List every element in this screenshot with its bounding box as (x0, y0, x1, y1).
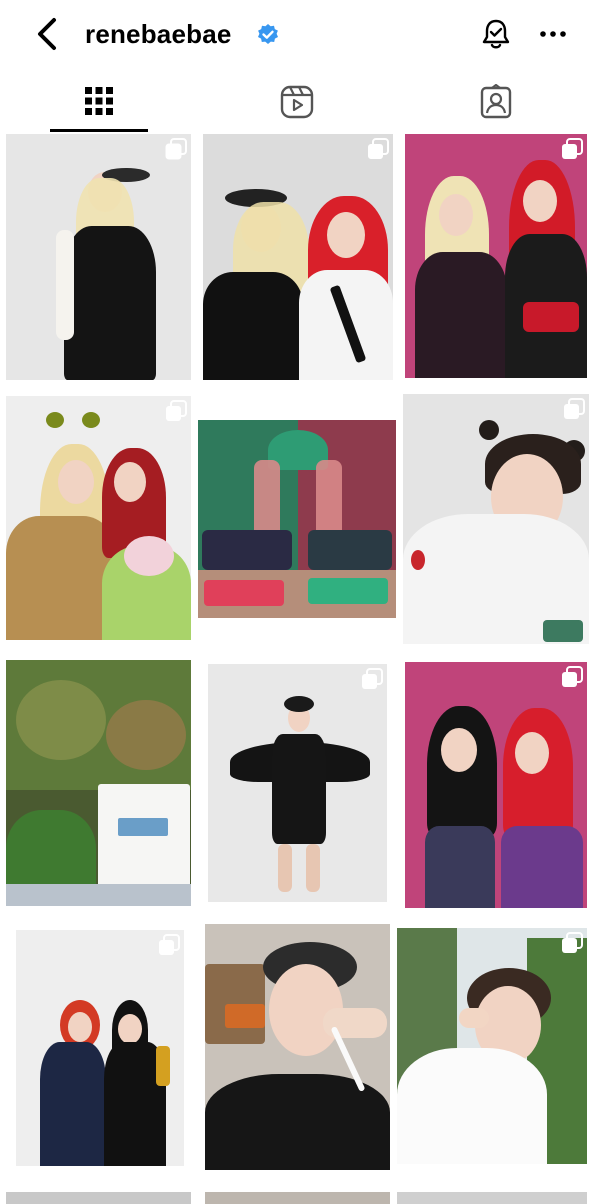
multiple-photos-icon (562, 666, 583, 687)
multiple-photos-icon (368, 138, 389, 159)
profile-tabs (0, 72, 595, 132)
grid-post[interactable] (405, 134, 587, 378)
grid-post[interactable] (198, 420, 396, 618)
grid-post[interactable] (403, 394, 589, 644)
more-horizontal-icon (540, 31, 566, 37)
notification-bell-button[interactable] (478, 16, 514, 52)
chevron-left-icon (38, 18, 56, 50)
grid-post[interactable] (397, 1192, 587, 1204)
grid-post[interactable] (203, 134, 393, 380)
multiple-photos-icon (362, 668, 383, 689)
grid-post[interactable] (405, 662, 587, 908)
grid-post[interactable] (16, 930, 184, 1166)
multiple-photos-icon (562, 138, 583, 159)
grid-post[interactable] (6, 1192, 191, 1204)
grid-post[interactable] (208, 664, 387, 902)
back-button[interactable] (32, 14, 66, 54)
grid-post[interactable] (6, 660, 191, 906)
posts-grid (0, 132, 595, 1204)
tab-reels[interactable] (242, 72, 352, 132)
multiple-photos-icon (166, 400, 187, 421)
profile-header: renebaebae (0, 0, 595, 70)
grid-post[interactable] (397, 928, 587, 1164)
tagged-person-icon (480, 84, 512, 119)
grid-post[interactable] (205, 1192, 390, 1204)
multiple-photos-icon (165, 138, 187, 160)
more-options-button[interactable] (538, 22, 568, 46)
notification-bell-icon (482, 19, 510, 49)
grid-icon (85, 86, 113, 115)
tab-posts-grid[interactable] (50, 72, 148, 132)
reels-icon (280, 85, 314, 119)
profile-username: renebaebae (85, 19, 232, 49)
multiple-photos-icon (159, 934, 180, 955)
multiple-photos-icon (562, 932, 583, 953)
verified-badge-icon (256, 23, 280, 47)
tab-tagged[interactable] (441, 72, 551, 132)
multiple-photos-icon (564, 398, 585, 419)
grid-post[interactable] (6, 396, 191, 640)
grid-post[interactable] (205, 924, 390, 1170)
grid-post[interactable] (6, 134, 191, 380)
